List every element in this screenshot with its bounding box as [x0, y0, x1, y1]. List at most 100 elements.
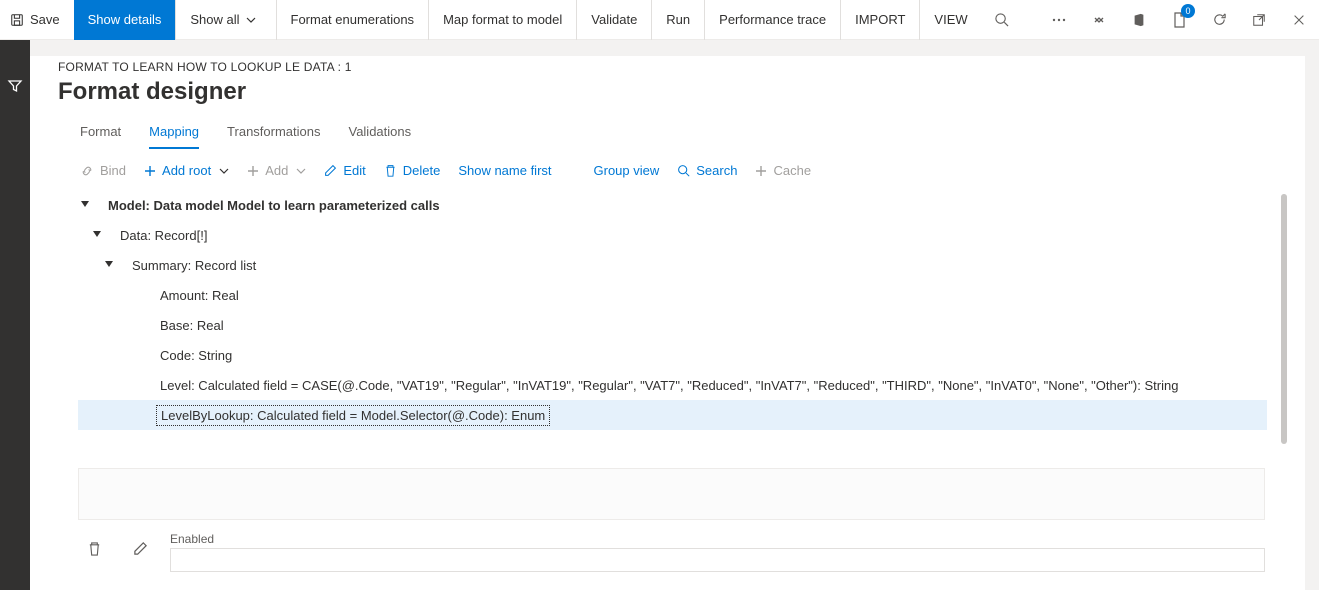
filter-rail-button[interactable] — [7, 78, 23, 97]
group-view-button[interactable]: Group view — [594, 163, 660, 178]
show-name-first-button[interactable]: Show name first — [458, 163, 551, 178]
show-details-button[interactable]: Show details — [74, 0, 177, 40]
trash-icon — [87, 541, 102, 556]
map-format-to-model-button[interactable]: Map format to model — [429, 0, 577, 40]
collapse-icon[interactable] — [78, 200, 92, 210]
tree-node-base[interactable]: Base: Real — [78, 310, 1267, 340]
show-all-label: Show all — [190, 12, 239, 27]
bind-button: Bind — [80, 163, 126, 178]
enabled-label: Enabled — [170, 532, 1265, 546]
edit-icon — [133, 541, 148, 556]
show-all-button[interactable]: Show all — [176, 0, 276, 40]
chevron-down-icon — [296, 166, 306, 176]
refresh-button[interactable] — [1199, 0, 1239, 40]
main-area: FORMAT TO LEARN HOW TO LOOKUP LE DATA : … — [30, 40, 1319, 590]
show-name-first-label: Show name first — [458, 163, 551, 178]
run-label: Run — [666, 12, 690, 27]
close-button[interactable] — [1279, 0, 1319, 40]
delete-button[interactable]: Delete — [384, 163, 441, 178]
view-button[interactable]: VIEW — [920, 0, 981, 40]
collapse-icon[interactable] — [102, 260, 116, 270]
command-bar: Save Show details Show all Format enumer… — [0, 0, 1319, 40]
delete-label: Delete — [403, 163, 441, 178]
run-button[interactable]: Run — [652, 0, 705, 40]
tree-node-data[interactable]: Data: Record[!] — [78, 220, 1267, 250]
messages-button[interactable]: 0 — [1159, 0, 1199, 40]
messages-badge: 0 — [1181, 4, 1195, 18]
tree-node-level[interactable]: Level: Calculated field = CASE(@.Code, "… — [78, 370, 1267, 400]
tree-node-summary[interactable]: Summary: Record list — [78, 250, 1267, 280]
more-button[interactable] — [1039, 0, 1079, 40]
tree-node-label: Model: Data model Model to learn paramet… — [108, 198, 440, 213]
import-button[interactable]: IMPORT — [841, 0, 920, 40]
bind-label: Bind — [100, 163, 126, 178]
performance-trace-button[interactable]: Performance trace — [705, 0, 841, 40]
tree-node-levelbylookup[interactable]: LevelByLookup: Calculated field = Model.… — [78, 400, 1267, 430]
toggle-icon — [1091, 12, 1107, 28]
chevron-down-icon — [246, 15, 256, 25]
office-button[interactable] — [1119, 0, 1159, 40]
tree-node-label: Code: String — [160, 348, 232, 363]
popout-icon — [1252, 13, 1266, 27]
breadcrumb: FORMAT TO LEARN HOW TO LOOKUP LE DATA : … — [58, 60, 1305, 74]
search-icon — [677, 164, 690, 177]
page-title: Format designer — [58, 78, 1305, 106]
save-button[interactable]: Save — [0, 0, 74, 40]
add-root-button[interactable]: Add root — [144, 163, 229, 178]
edit-label: Edit — [343, 163, 365, 178]
enabled-row: Enabled — [58, 530, 1305, 572]
office-icon — [1132, 13, 1146, 27]
view-label: VIEW — [934, 12, 967, 27]
attach-button[interactable] — [1079, 0, 1119, 40]
tree-node-model[interactable]: Model: Data model Model to learn paramet… — [78, 190, 1267, 220]
chevron-down-icon — [219, 166, 229, 176]
tree-scrollbar[interactable] — [1281, 194, 1287, 408]
collapse-icon[interactable] — [90, 230, 104, 240]
bind-icon — [80, 164, 94, 178]
perf-label: Performance trace — [719, 12, 826, 27]
plus-icon — [144, 165, 156, 177]
tab-format[interactable]: Format — [80, 124, 121, 149]
search-button[interactable]: Search — [677, 163, 737, 178]
edit-icon — [324, 164, 337, 177]
tree-node-label: LevelByLookup: Calculated field = Model.… — [161, 408, 545, 423]
add-button: Add — [247, 163, 306, 178]
refresh-icon — [1212, 12, 1227, 27]
enabled-input[interactable] — [170, 548, 1265, 572]
data-source-tree: Model: Data model Model to learn paramet… — [58, 188, 1267, 430]
tree-node-code[interactable]: ⋮ Code: String — [78, 340, 1267, 370]
delete-row-button[interactable] — [78, 532, 110, 564]
tree-node-label: Amount: Real — [160, 288, 239, 303]
canvas: FORMAT TO LEARN HOW TO LOOKUP LE DATA : … — [30, 56, 1305, 590]
tree-node-label: Base: Real — [160, 318, 224, 333]
format-enumerations-button[interactable]: Format enumerations — [277, 0, 430, 40]
trash-icon — [384, 164, 397, 177]
shell: FORMAT TO LEARN HOW TO LOOKUP LE DATA : … — [0, 40, 1319, 590]
plus-icon — [755, 165, 767, 177]
search-icon — [994, 12, 1009, 27]
mapping-toolbar: Bind Add root Add Edit — [58, 149, 1305, 188]
tree-node-label: Level: Calculated field = CASE(@.Code, "… — [160, 378, 1178, 393]
tab-mapping[interactable]: Mapping — [149, 124, 199, 149]
close-icon — [1292, 13, 1306, 27]
plus-icon — [247, 165, 259, 177]
tree-node-amount[interactable]: Amount: Real — [78, 280, 1267, 310]
left-rail — [0, 40, 30, 590]
tab-transformations[interactable]: Transformations — [227, 124, 320, 149]
details-panel — [78, 468, 1265, 520]
edit-row-button[interactable] — [124, 532, 156, 564]
cache-label: Cache — [773, 163, 811, 178]
map-format-label: Map format to model — [443, 12, 562, 27]
search-toolbar-button[interactable] — [982, 0, 1022, 40]
popout-button[interactable] — [1239, 0, 1279, 40]
cache-button: Cache — [755, 163, 811, 178]
tabs: Format Mapping Transformations Validatio… — [58, 124, 1305, 149]
edit-button[interactable]: Edit — [324, 163, 365, 178]
show-details-label: Show details — [88, 12, 162, 27]
format-enum-label: Format enumerations — [291, 12, 415, 27]
tab-validations[interactable]: Validations — [348, 124, 411, 149]
add-label: Add — [265, 163, 288, 178]
scrollbar-thumb[interactable] — [1281, 194, 1287, 444]
validate-button[interactable]: Validate — [577, 0, 652, 40]
tree-node-label: Summary: Record list — [132, 258, 256, 273]
